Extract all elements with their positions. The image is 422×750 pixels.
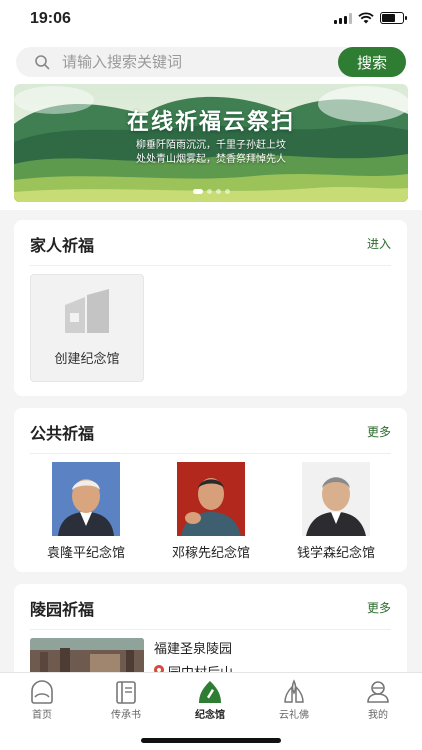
search-bar: 搜索 <box>16 47 406 77</box>
more-link[interactable]: 更多 <box>367 599 391 616</box>
card-header: 陵园祈福 更多 <box>30 584 391 630</box>
memorial-name: 邓稼先纪念馆 <box>171 546 250 561</box>
banner-poem-line-1: 柳垂阡陌雨沉沉，千里子孙赶上坟 <box>136 140 286 151</box>
family-blessing-card: 家人祈福 进入 创建纪念馆 <box>14 220 407 396</box>
memorial-name: 钱学森纪念馆 <box>296 546 375 561</box>
public-blessing-card: 公共祈福 更多 袁隆平纪念馆 邓稼先纪念馆 钱学森纪念馆 <box>14 408 407 572</box>
search-button[interactable]: 搜索 <box>338 47 406 77</box>
banner-pagination[interactable] <box>14 189 408 194</box>
tab-label: 我的 <box>368 710 388 721</box>
header: 搜索 在线祈福云祭扫 柳垂阡陌雨沉沉，千里子孙赶上坟 处处青山烟雾起，焚香祭拜悼… <box>0 40 422 210</box>
memorial-name: 袁隆平纪念馆 <box>46 546 125 561</box>
cemetery-photo[interactable] <box>30 638 144 674</box>
profile-icon <box>367 681 389 703</box>
status-bar: 19:06 <box>0 0 422 40</box>
signal-icon <box>334 12 352 24</box>
building-icon <box>65 289 109 333</box>
tab-cloud-buddha[interactable]: 云礼佛 <box>252 679 336 723</box>
search-input[interactable] <box>62 47 332 77</box>
card-title: 陵园祈福 <box>30 600 95 619</box>
tab-label: 首页 <box>32 710 52 721</box>
cemetery-name[interactable]: 福建圣泉陵园 <box>154 638 232 657</box>
tab-label: 云礼佛 <box>279 710 309 721</box>
tab-profile[interactable]: 我的 <box>336 679 420 723</box>
book-icon <box>116 681 136 704</box>
create-memorial-button[interactable]: 创建纪念馆 <box>30 274 144 382</box>
banner-poem-line-2: 处处青山烟雾起，焚香祭拜悼先人 <box>136 154 286 165</box>
tab-inheritance-book[interactable]: 传承书 <box>84 679 168 723</box>
memorial-portrait <box>52 462 120 536</box>
home-indicator <box>141 738 281 743</box>
tab-home[interactable]: 首页 <box>0 679 84 723</box>
tab-memorial-hall[interactable]: 纪念馆 <box>168 679 252 723</box>
banner[interactable]: 在线祈福云祭扫 柳垂阡陌雨沉沉，千里子孙赶上坟 处处青山烟雾起，焚香祭拜悼先人 <box>14 84 408 202</box>
create-memorial-label: 创建纪念馆 <box>54 352 120 367</box>
memorial-hall-icon <box>199 681 221 703</box>
card-header: 公共祈福 更多 <box>30 408 391 454</box>
wifi-icon <box>358 12 374 24</box>
home-icon <box>31 680 53 704</box>
enter-link[interactable]: 进入 <box>367 235 391 252</box>
tab-label: 传承书 <box>111 710 141 721</box>
more-link[interactable]: 更多 <box>367 423 391 440</box>
search-icon <box>35 55 50 70</box>
card-header: 家人祈福 进入 <box>30 220 391 266</box>
status-time: 19:06 <box>30 10 71 27</box>
buddha-icon <box>284 679 304 703</box>
tab-label: 纪念馆 <box>195 710 225 721</box>
banner-title: 在线祈福云祭扫 <box>126 110 295 135</box>
card-title: 家人祈福 <box>30 236 95 255</box>
status-icons <box>334 12 407 24</box>
battery-icon <box>380 12 407 24</box>
memorial-portrait <box>177 462 245 536</box>
card-title: 公共祈福 <box>30 424 95 443</box>
memorial-portrait <box>302 462 370 536</box>
